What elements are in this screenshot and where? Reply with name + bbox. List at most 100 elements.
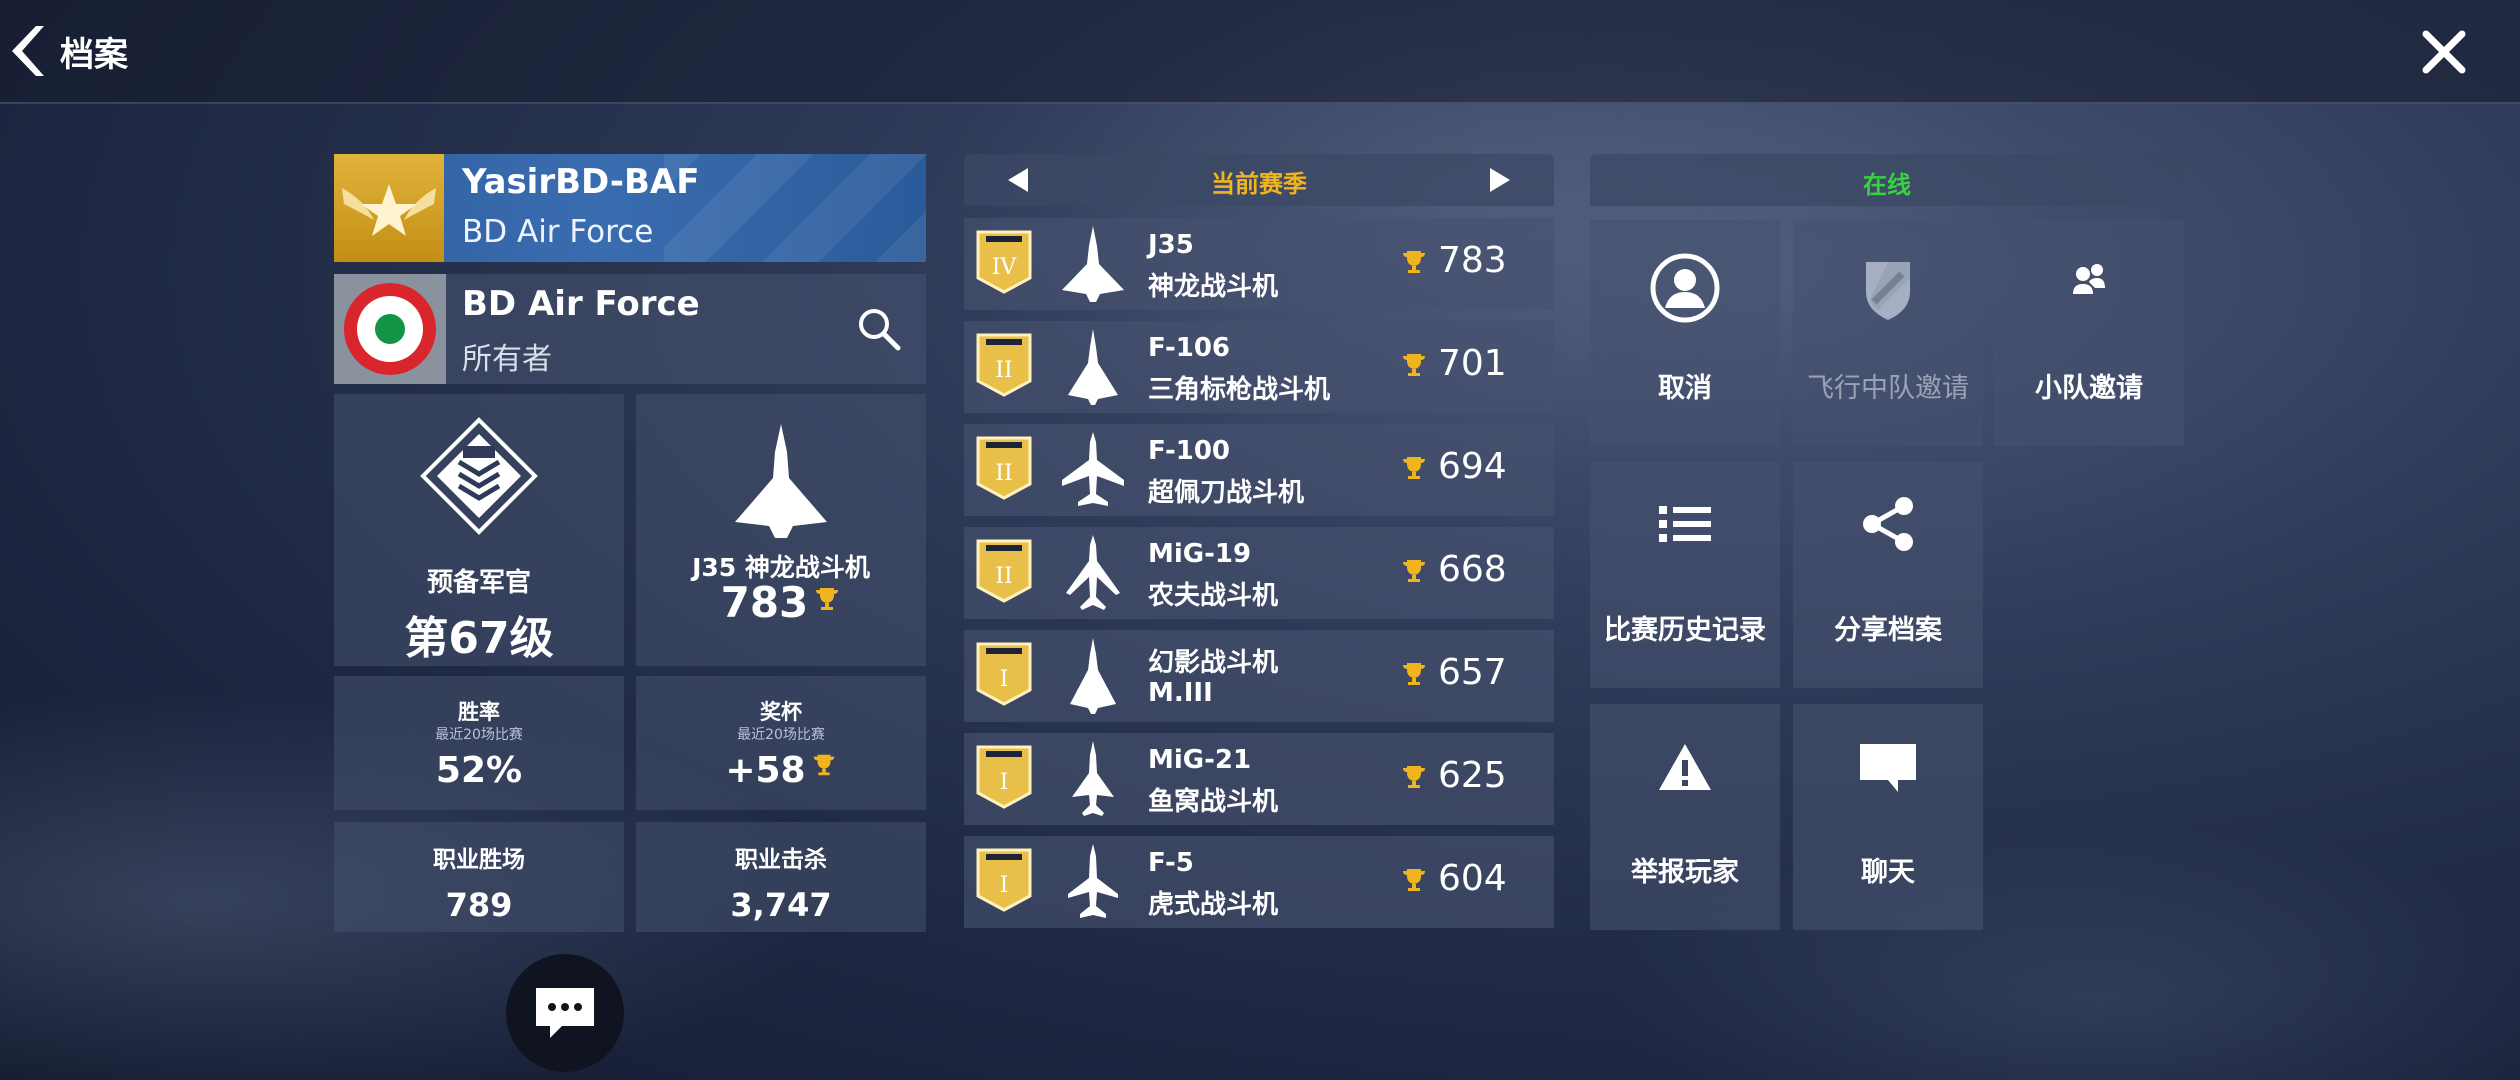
fighter-jet-icon [1068, 844, 1118, 918]
swept-jet-icon [1062, 432, 1124, 506]
svg-text:II: II [995, 564, 1012, 589]
floating-chat-button[interactable] [506, 954, 624, 1072]
squadron-roundel [334, 274, 446, 384]
banner-pattern [664, 154, 926, 262]
plane-row[interactable]: I F-5 虎式战斗机 604 [964, 836, 1554, 928]
svg-text:I: I [1000, 667, 1009, 692]
top-bar: 档案 [0, 0, 2520, 104]
svg-text:IV: IV [992, 255, 1018, 280]
plane-name: F-100 [1148, 436, 1231, 466]
message-dots-icon [536, 988, 594, 1038]
best-plane-tile: J35 神龙战斗机 783 [636, 394, 926, 666]
plane-name: F-106 [1148, 333, 1231, 363]
career-kills-title: 职业击杀 [735, 847, 827, 873]
plane-row[interactable]: II MiG-19 农夫战斗机 668 [964, 527, 1554, 619]
best-plane-trophy-line: 783 [636, 578, 926, 627]
plane-row[interactable]: IV J35 神龙战斗机 783 [964, 218, 1554, 310]
plane-subname: 虎式战斗机 [1148, 890, 1279, 920]
team-invite-button[interactable]: 小队邀请 [1994, 220, 2184, 446]
trophy-icon [1403, 560, 1425, 582]
squadron-row[interactable]: BD Air Force 所有者 [334, 274, 926, 384]
win-rate-tile: 胜率 最近20场比赛 52% [334, 676, 624, 810]
match-history-button[interactable]: 比赛历史记录 [1590, 462, 1780, 688]
online-status: 在线 [1863, 171, 1911, 199]
next-season-icon[interactable] [1484, 166, 1514, 194]
plane-trophies: 701 [1438, 343, 1507, 384]
chat-bubble-icon [1860, 744, 1916, 792]
warning-icon [1659, 744, 1711, 790]
share-profile-button[interactable]: 分享档案 [1793, 462, 1983, 688]
plane-row[interactable]: II F-106 三角标枪战斗机 701 [964, 321, 1554, 413]
tier-badge-icon: II [976, 539, 1032, 603]
delta-jet-icon [1072, 741, 1114, 816]
delta-jet-icon [735, 424, 827, 538]
page-title: 档案 [60, 34, 128, 75]
report-player-button[interactable]: 举报玩家 [1590, 704, 1780, 930]
svg-text:II: II [995, 358, 1012, 383]
star-wings-icon [342, 184, 436, 236]
season-title: 当前赛季 [1211, 170, 1307, 198]
plane-trophies: 625 [1438, 755, 1507, 796]
tier-badge-icon: I [976, 642, 1032, 706]
rank-level: 第67级 [404, 613, 554, 664]
career-wins-tile: 职业胜场 789 [334, 822, 624, 932]
tier-badge-icon: IV [976, 230, 1032, 294]
cancel-label: 取消 [1658, 373, 1712, 404]
tier-badge-icon: II [976, 436, 1032, 500]
back-arrow-icon [12, 26, 44, 76]
back-button[interactable]: 档案 [6, 22, 146, 80]
rank-tile: 预备军官 第67级 [334, 394, 624, 666]
plane-subname: 农夫战斗机 [1148, 581, 1279, 611]
group-icon [2073, 264, 2105, 294]
report-player-label: 举报玩家 [1631, 857, 1739, 888]
career-kills-value: 3,747 [730, 886, 832, 924]
share-profile-label: 分享档案 [1834, 615, 1942, 646]
chat-button[interactable]: 聊天 [1793, 704, 1983, 930]
plane-subname: 神龙战斗机 [1148, 272, 1279, 302]
win-rate-value: 52% [435, 750, 523, 791]
delta-jet-icon [1070, 638, 1116, 714]
cancel-button[interactable]: 取消 [1590, 220, 1780, 446]
player-banner: YasirBD-BAF BD Air Force [334, 154, 926, 262]
plane-name: 幻影战斗机 [1148, 648, 1279, 678]
team-invite-label: 小队邀请 [2035, 373, 2143, 404]
plane-row[interactable]: I 幻影战斗机 M.III 657 [964, 630, 1554, 722]
plane-subname: M.III [1148, 678, 1213, 708]
trophy-change-tile: 奖杯 最近20场比赛 +58 [636, 676, 926, 810]
squadron-invite-label: 飞行中队邀请 [1807, 373, 1969, 404]
online-status-header: 在线 [1590, 154, 2184, 206]
win-rate-subtitle: 最近20场比赛 [435, 727, 523, 743]
list-icon [1659, 506, 1711, 542]
roundel-icon [344, 283, 436, 375]
plane-subname: 超佩刀战斗机 [1148, 478, 1305, 508]
rank-emblem [334, 154, 444, 262]
match-history-label: 比赛历史记录 [1604, 615, 1766, 646]
plane-trophies: 668 [1438, 549, 1507, 590]
squadron-invite-button[interactable]: 飞行中队邀请 [1793, 220, 1983, 446]
trophy-change-subtitle: 最近20场比赛 [737, 727, 825, 743]
trophy-change-title: 奖杯 [760, 700, 802, 724]
search-icon[interactable] [854, 304, 904, 354]
player-name: YasirBD-BAF [462, 162, 700, 202]
delta-jet-icon [1068, 329, 1118, 405]
trophy-icon [1403, 354, 1425, 376]
tier-badge-icon: I [976, 745, 1032, 809]
career-wins-value: 789 [445, 886, 513, 924]
trophy-icon [813, 754, 834, 776]
plane-name: MiG-19 [1148, 539, 1252, 569]
tier-badge-icon: I [976, 848, 1032, 912]
trophy-change-line: +58 [636, 750, 926, 791]
rank-title: 预备军官 [426, 568, 531, 598]
plane-name: F-5 [1148, 848, 1194, 878]
plane-name: J35 [1148, 230, 1194, 260]
svg-text:I: I [1000, 873, 1009, 898]
plane-row[interactable]: I MiG-21 鱼窝战斗机 625 [964, 733, 1554, 825]
win-rate-title: 胜率 [458, 700, 500, 724]
rank-chevron-icon [420, 417, 538, 535]
close-icon[interactable] [2420, 28, 2468, 76]
trophy-icon [1403, 663, 1425, 685]
player-squadron: BD Air Force [462, 214, 654, 250]
plane-subname: 三角标枪战斗机 [1148, 375, 1331, 405]
shield-icon [1866, 262, 1910, 320]
plane-row[interactable]: II F-100 超佩刀战斗机 694 [964, 424, 1554, 516]
